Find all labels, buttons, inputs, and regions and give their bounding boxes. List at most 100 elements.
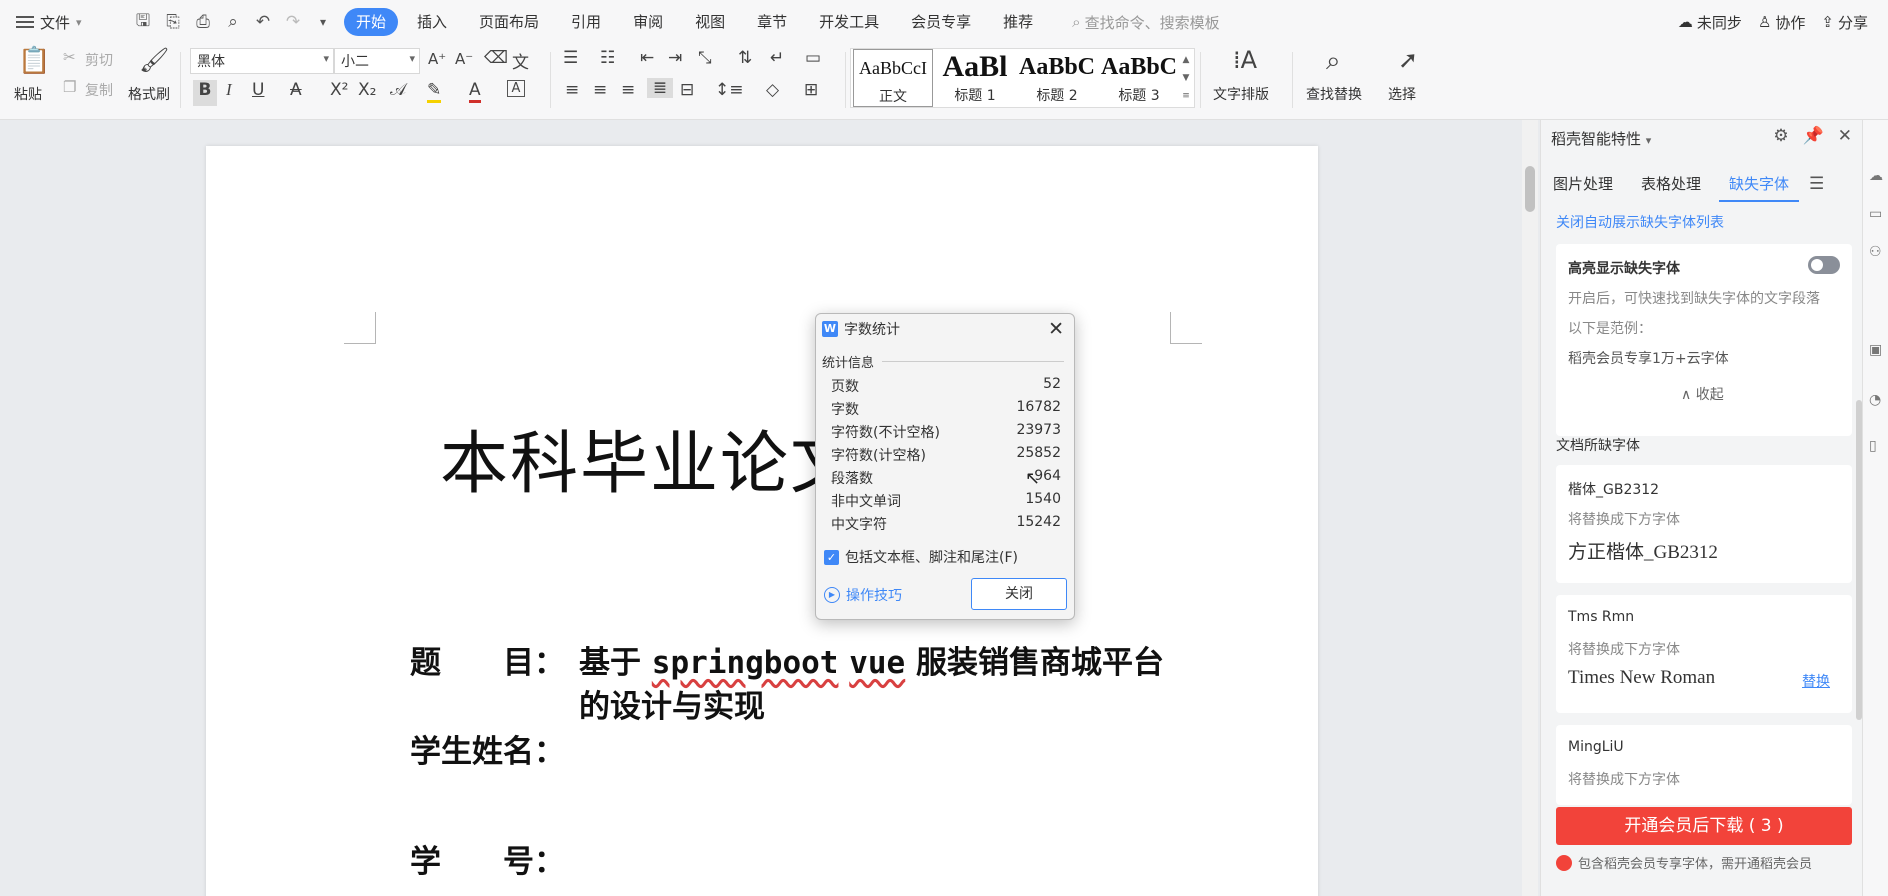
export-pdf-icon[interactable]: ⎘ [162,11,184,33]
gear-icon[interactable]: ⚙ [1773,126,1788,146]
pin-icon[interactable]: 📌 [1803,126,1824,146]
download-fonts-button[interactable]: 开通会员后下载 ( 3 ) [1556,807,1852,845]
font-name-select[interactable]: 黑体 [190,48,334,74]
collaborate-button[interactable]: ♙ 协作 [1758,12,1805,33]
command-search[interactable]: ⌕ 查找命令、搜索模板 [1072,12,1219,33]
tab-missing-fonts[interactable]: 缺失字体 [1719,166,1800,202]
chevron-up-icon: ∧ [1681,387,1692,403]
document-scrollbar[interactable] [1522,120,1538,896]
sync-button[interactable]: ☁ 未同步 [1678,12,1742,33]
char-border-icon[interactable]: A [507,80,525,97]
bullet-list-icon[interactable]: ☰ [563,48,578,68]
decrease-indent-icon[interactable]: ⇤ [640,48,654,68]
align-right-icon[interactable]: ≡ [621,80,635,100]
panel-header[interactable]: 稻壳智能特性 ▾ [1551,128,1651,149]
disable-auto-list-link[interactable]: 关闭自动展示缺失字体列表 [1556,212,1724,232]
style-heading-2[interactable]: AaBbC 标题 2 [1017,49,1097,107]
scissors-icon[interactable]: ✂ [63,48,76,66]
print-preview-icon[interactable]: ⌕ [222,11,244,33]
distribute-icon[interactable]: ⊟ [680,80,694,100]
numbered-list-icon[interactable]: ☷ [600,48,615,68]
italic-icon[interactable]: I [226,80,232,100]
format-painter-button[interactable]: 格式刷 [128,84,170,104]
tab-page-layout[interactable]: 页面布局 [466,8,552,36]
clear-format-icon[interactable]: ⌫ [484,48,508,68]
superscript-icon[interactable]: X² [330,80,348,100]
scrollbar-thumb[interactable] [1525,166,1535,212]
cut-button[interactable]: 剪切 [85,50,113,70]
share-icon[interactable]: ⚇ [1869,244,1882,260]
undo-icon[interactable]: ↶ [252,11,274,33]
style-heading-1[interactable]: AaBl 标题 1 [935,49,1015,107]
copy-icon[interactable]: ❐ [63,78,76,96]
tips-link[interactable]: ▶ 操作技巧 [824,585,902,605]
tab-view[interactable]: 视图 [682,8,738,36]
font-size-select[interactable]: 小二 [334,48,420,74]
style-heading-3[interactable]: AaBbC 标题 3 [1099,49,1179,107]
clock-icon[interactable]: ◔ [1869,392,1881,408]
subscript-icon[interactable]: X₂ [358,80,376,100]
find-replace-button[interactable]: 查找替换 [1306,84,1362,104]
print-icon[interactable]: ⎙ [192,11,214,33]
tab-recommend[interactable]: 推荐 [990,8,1046,36]
document-page[interactable]: 本科毕业论文 题 目： 基于 springboot vue 服装销售商城平台 的… [206,146,1318,896]
tab-insert[interactable]: 插入 [404,8,460,36]
select-button[interactable]: 选择 [1388,84,1416,104]
sort-icon[interactable]: ⇅ [738,48,752,68]
find-icon[interactable]: ⌕ [1326,46,1341,77]
cursor-icon[interactable]: ➚ [1398,46,1418,74]
image-icon[interactable]: ▣ [1869,342,1882,358]
text-layout-icon[interactable]: ⁞A [1233,46,1257,74]
doc-icon[interactable]: ▭ [1869,206,1882,222]
paste-icon[interactable]: 📋 [18,46,50,76]
table-border-icon[interactable]: ▭ [805,48,821,68]
menu-icon[interactable]: ☰ [1809,174,1824,194]
format-painter-icon[interactable]: 🖌 [139,46,169,74]
redo-icon[interactable]: ↷ [282,11,304,33]
grow-font-icon[interactable]: A⁺ [428,50,446,68]
styles-scroll[interactable]: ▲ ▼ ≡ [1180,51,1192,105]
save-icon[interactable]: 🖫 [132,11,154,33]
tab-home[interactable]: 开始 [344,8,399,36]
font-color-icon[interactable]: A [469,80,481,103]
cloud-icon[interactable]: ☁ [1869,168,1883,184]
file-icon[interactable]: ▯ [1869,438,1877,454]
tab-references[interactable]: 引用 [558,8,614,36]
highlight-icon[interactable]: ✎ [427,80,442,103]
tab-developer[interactable]: 开发工具 [806,8,892,36]
line-spacing-icon[interactable]: ↕≡ [715,80,744,100]
strikethrough-icon[interactable]: A [290,80,302,100]
tab-image-processing[interactable]: 图片处理 [1543,166,1623,202]
highlight-toggle[interactable] [1808,256,1840,274]
tab-member[interactable]: 会员专享 [898,8,984,36]
shrink-font-icon[interactable]: A⁻ [455,50,473,68]
text-effect-icon[interactable]: 𝒜 [390,80,406,100]
phonetic-icon[interactable]: 文 [512,48,529,73]
bold-icon[interactable]: B [193,80,217,106]
shading-icon[interactable]: ◇ [766,80,779,100]
text-direction-icon[interactable]: ⤡ [698,48,712,68]
close-icon[interactable]: ✕ [1048,318,1064,340]
text-layout-button[interactable]: 文字排版 [1213,84,1269,104]
tab-chapter[interactable]: 章节 [744,8,800,36]
collapse-button[interactable]: ∧ 收起 [1681,384,1724,404]
tab-review[interactable]: 审阅 [620,8,676,36]
underline-icon[interactable]: U [252,80,264,100]
style-normal[interactable]: AaBbCcI 正文 [853,49,933,107]
justify-icon[interactable]: ≣ [647,78,673,98]
tab-table-processing[interactable]: 表格处理 [1631,166,1711,202]
replace-link[interactable]: 替换 [1802,671,1830,691]
paste-button[interactable]: 粘贴 [14,84,42,104]
align-center-icon[interactable]: ≡ [593,80,607,100]
borders-icon[interactable]: ⊞ [804,80,818,100]
increase-indent-icon[interactable]: ⇥ [668,48,682,68]
include-notes-checkbox[interactable]: ✓ 包括文本框、脚注和尾注(F) [824,547,1018,567]
align-left-icon[interactable]: ≡ [565,80,579,100]
show-marks-icon[interactable]: ↵ [770,48,784,68]
close-button[interactable]: 关闭 [971,578,1067,610]
share-button[interactable]: ⇪ 分享 [1821,12,1868,33]
copy-button[interactable]: 复制 [85,80,113,100]
customize-icon[interactable]: ▾ [312,11,334,33]
file-menu[interactable]: 文件 ▾ [16,12,112,33]
close-icon[interactable]: ✕ [1838,126,1852,146]
